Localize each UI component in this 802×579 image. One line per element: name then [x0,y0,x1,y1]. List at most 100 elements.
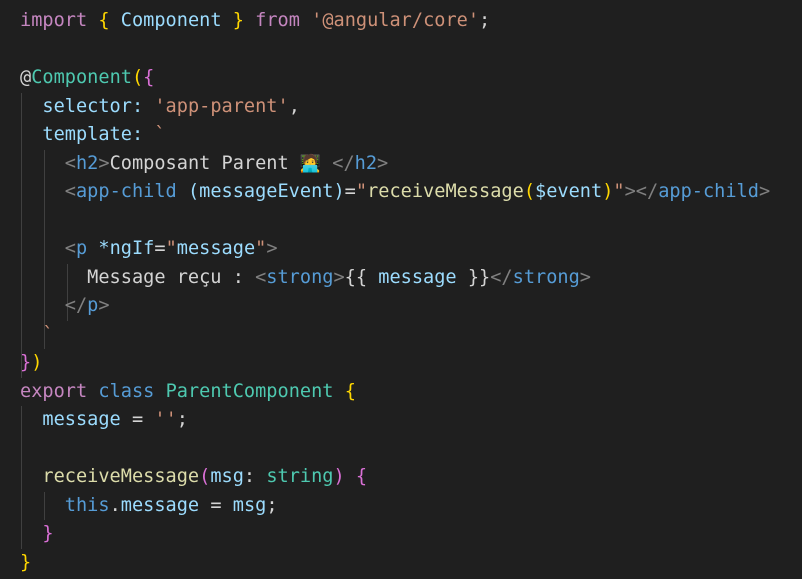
code-token: ( [523,181,536,202]
code-token: message [378,266,457,288]
code-line[interactable]: <h2>Composant Parent 🧑‍💻 </h2> [20,150,388,178]
code-token: < [64,181,76,202]
code-token: : [243,466,256,487]
code-token: this [64,494,110,516]
code-token: < [255,266,267,288]
code-line[interactable]: @Component({ [20,64,154,92]
code-token: h2 [75,152,99,174]
code-line[interactable]: }) [20,349,42,377]
code-token: " [355,181,368,202]
code-token: msg [232,494,267,516]
code-token: { [143,67,155,88]
code-token: import [20,10,88,31]
code-line[interactable]: } [20,520,54,548]
code-token: $event [535,181,603,202]
code-token: ParentComponent [165,380,334,402]
code-token: app-child [75,181,177,202]
code-token: } [42,523,54,544]
code-token: message [42,409,121,430]
code-token: app-child [658,181,759,202]
code-token: > [377,152,389,174]
code-line[interactable]: template: ` [20,121,165,149]
code-token: Component [31,67,132,88]
code-token: receiveMessage [367,181,524,202]
code-token: Component [120,10,222,31]
code-token: > [579,266,591,288]
code-token: ></ [624,181,659,202]
emoji-icon: 🧑‍💻 [299,153,322,174]
code-token: > [266,238,278,259]
code-line[interactable]: </p> [20,292,110,320]
code-line[interactable] [20,36,31,64]
code-token: { [344,380,356,402]
code-line[interactable]: } [20,549,31,577]
code-line[interactable]: Message reçu : <strong>{{ message }}</st… [20,264,591,292]
code-token: selector [42,95,132,117]
code-token: " [613,181,625,202]
code-token: ( [199,466,211,487]
code-token: strong [266,266,334,288]
code-token: Composant Parent [109,152,300,174]
code-token: > [98,295,110,316]
code-line[interactable] [20,435,31,463]
code-line[interactable]: ` [20,321,54,349]
code-token: p [75,238,88,259]
code-token: > [758,181,771,202]
code-token: : [131,95,144,117]
code-token: < [64,238,76,259]
code-line[interactable]: import { Component } from '@angular/core… [20,7,490,35]
code-token: }} [467,266,491,288]
code-token: } [20,352,32,373]
code-token: p [87,295,99,316]
code-token: ) [602,181,614,202]
code-token: '@angular/core' [311,10,480,31]
code-token: = [344,181,356,202]
code-token: } [20,551,32,573]
code-token: : [131,124,144,145]
code-token: class [98,380,155,402]
code-token: = [154,238,166,259]
code-token: msg [210,466,244,487]
code-token: { [355,466,368,487]
code-line[interactable]: this.message = msg; [20,492,278,520]
code-token: </ [490,266,513,288]
code-line[interactable]: export class ParentComponent { [20,378,356,406]
code-token: ( [131,67,144,88]
code-token: strong [512,266,580,288]
code-line[interactable]: <app-child (messageEvent)="receiveMessag… [20,178,770,206]
code-line[interactable]: receiveMessage(msg: string) { [20,463,367,491]
code-token: > [333,266,345,288]
code-token: string [266,466,334,487]
code-token: </ [64,295,88,316]
code-token: > [98,152,110,174]
code-token: ` [42,323,54,345]
code-token: message [176,238,256,259]
code-line[interactable]: selector: 'app-parent', [20,93,300,121]
code-editor[interactable]: import { Component } from '@angular/core… [0,0,802,579]
code-line[interactable] [20,207,31,235]
code-token: *ngIf [98,238,155,259]
code-line[interactable]: <p *ngIf="message"> [20,235,278,263]
code-line[interactable]: message = ''; [20,406,188,434]
code-token: h2 [354,152,378,174]
code-token: '' [154,409,177,430]
code-token: {{ [344,266,368,288]
code-token: @ [20,67,32,88]
